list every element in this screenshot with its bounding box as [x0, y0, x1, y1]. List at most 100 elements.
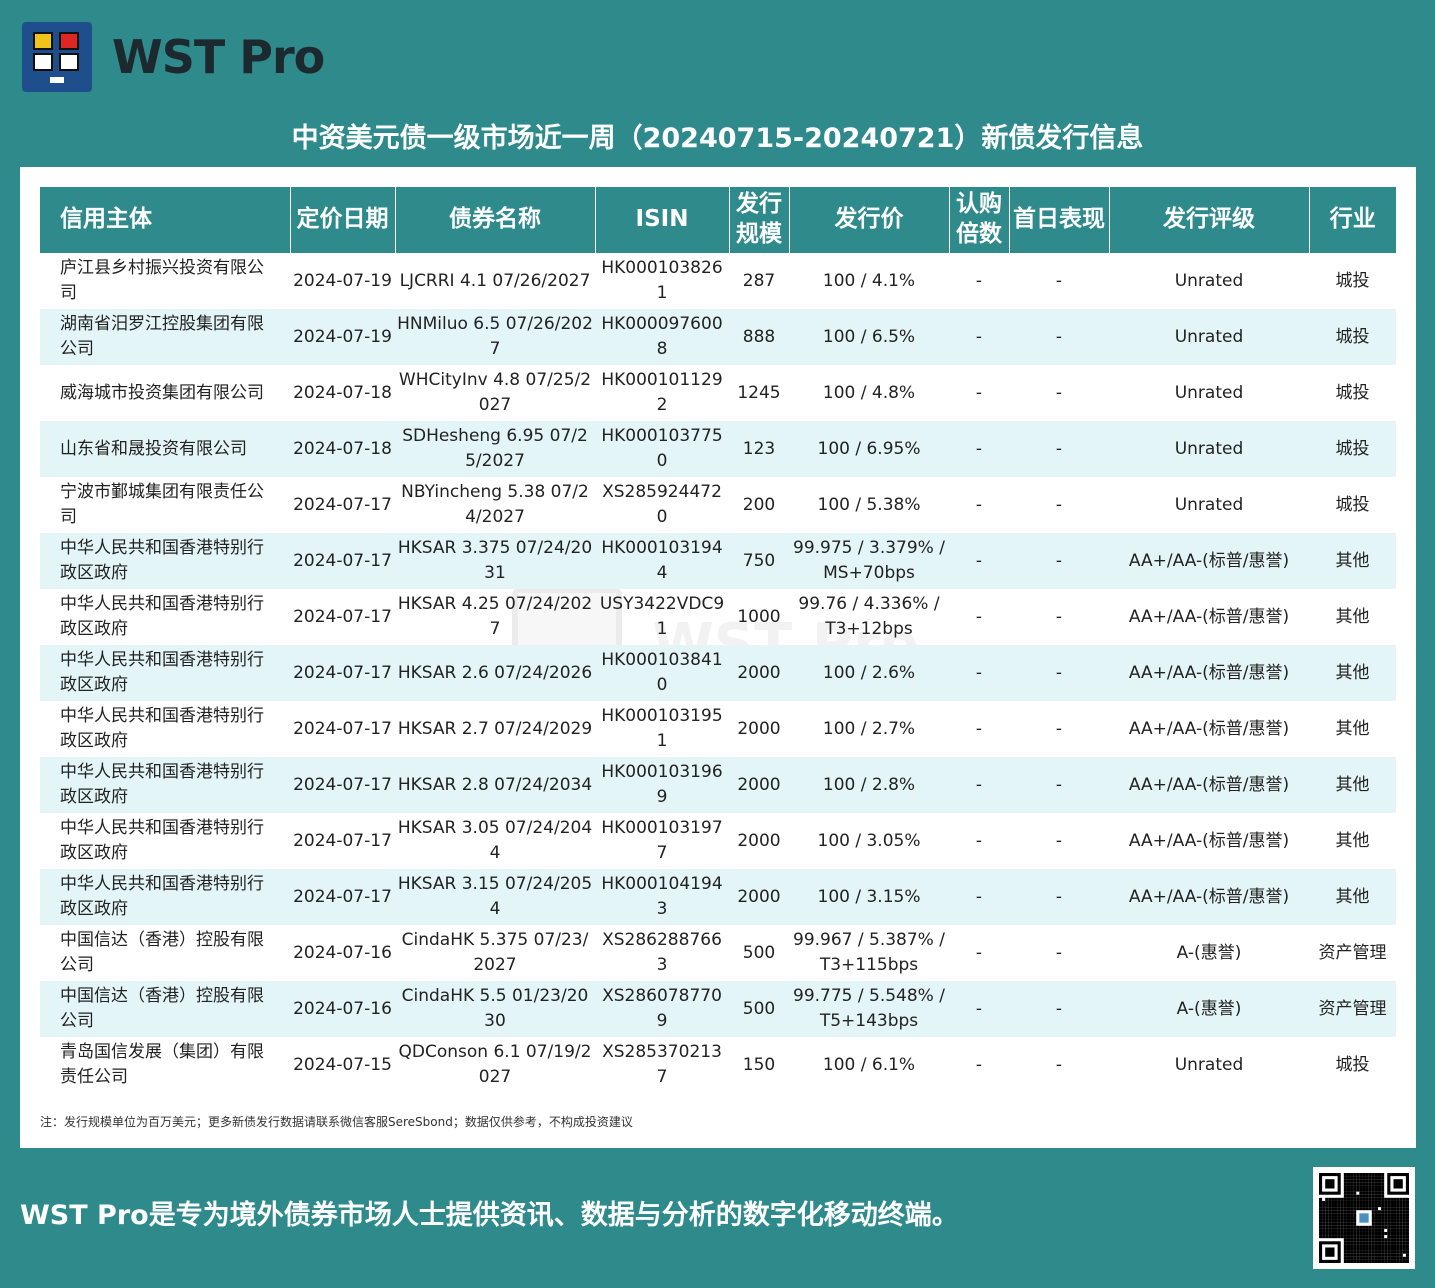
- cell-first-day-performance: -: [1009, 533, 1109, 589]
- cell-issue-price: 100 / 4.8%: [822, 382, 916, 403]
- cell-subscription-multiple: -: [975, 494, 983, 515]
- cell-issue-size: 2000: [729, 645, 789, 701]
- cell-subscription-multiple: -: [949, 645, 1009, 701]
- cell-issue-size: 123: [729, 421, 789, 477]
- cell-industry: 其他: [1335, 718, 1370, 739]
- cell-pricing-date: 2024-07-17: [290, 869, 395, 925]
- cell-bond-name: HKSAR 2.7 07/24/2029: [397, 718, 593, 739]
- cell-industry: 城投: [1335, 1054, 1370, 1075]
- cell-first-day-performance: -: [1009, 869, 1109, 925]
- cell-issue-rating: Unrated: [1174, 494, 1244, 515]
- table-header-row: 信用主体 定价日期 债券名称 ISIN 发行规模 发行价 认购倍数 首日表现 发行评级 行业: [40, 187, 1396, 253]
- cell-issue-size: 2000: [729, 757, 789, 813]
- cell-industry: 其他: [1335, 830, 1370, 851]
- cell-industry: 资产管理: [1318, 942, 1387, 963]
- cell-pricing-date: 2024-07-17: [293, 494, 392, 515]
- cell-subscription-multiple: -: [949, 309, 1009, 365]
- cell-issue-size: 2000: [737, 718, 781, 739]
- cell-pricing-date: 2024-07-19: [290, 309, 395, 365]
- cell-isin: HK0001031969: [595, 757, 729, 813]
- table-row: 中华人民共和国香港特别行政区政府 2024-07-17 HKSAR 3.15 07/…: [40, 869, 1396, 925]
- cell-pricing-date: 2024-07-18: [290, 421, 395, 477]
- cell-isin: HK0001037750: [595, 421, 729, 477]
- table-row: 青岛国信发展（集团）有限责任公司 2024-07-15 QDConson 6.1 0…: [40, 1037, 1396, 1093]
- cell-pricing-date: 2024-07-17: [290, 645, 395, 701]
- cell-issue-size: 2000: [737, 830, 781, 851]
- cell-isin: HK0001031951: [601, 706, 723, 751]
- cell-issue-rating: Unrated: [1109, 421, 1309, 477]
- cell-subscription-multiple: -: [975, 606, 983, 627]
- cell-pricing-date: 2024-07-16: [293, 942, 392, 963]
- cell-issue-size: 150: [742, 1054, 776, 1075]
- cell-first-day-performance: -: [1055, 494, 1063, 515]
- cell-isin: HK0001041943: [595, 869, 729, 925]
- cell-issuer: 中华人民共和国香港特别行政区政府: [40, 869, 290, 925]
- cell-first-day-performance: -: [1009, 645, 1109, 701]
- cell-issue-size: 200: [742, 494, 776, 515]
- cell-issue-size: 287: [742, 270, 776, 291]
- cell-subscription-multiple: -: [949, 869, 1009, 925]
- cell-isin: HK0001038261: [601, 258, 723, 303]
- cell-issue-size: 500: [729, 981, 789, 1037]
- cell-isin: XS2862887663: [602, 930, 722, 975]
- cell-issue-price: 100 / 3.05%: [817, 830, 921, 851]
- cell-bond-name: HNMiluo 6.5 07/26/2027: [395, 309, 595, 365]
- cell-pricing-date: 2024-07-18: [293, 382, 392, 403]
- cell-bond-name: HKSAR 3.375 07/24/2031: [395, 533, 595, 589]
- cell-issue-price: 100 / 2.6%: [789, 645, 949, 701]
- column-header-industry: 行业: [1308, 187, 1396, 253]
- cell-industry: 其他: [1309, 757, 1396, 813]
- cell-bond-name: LJCRRI 4.1 07/26/2027: [399, 270, 591, 291]
- cell-issue-rating: AA+/AA-(标普/惠誉): [1128, 606, 1290, 627]
- cell-pricing-date: 2024-07-17: [290, 533, 395, 589]
- table-row: 中华人民共和国香港特别行政区政府 2024-07-17 HKSAR 2.8 07/2…: [40, 757, 1396, 813]
- column-header-pricing-date: 定价日期: [289, 187, 395, 253]
- cell-first-day-performance: -: [1055, 382, 1063, 403]
- cell-issue-price: 100 / 2.8%: [789, 757, 949, 813]
- cell-pricing-date: 2024-07-15: [293, 1054, 392, 1075]
- cell-industry: 城投: [1309, 421, 1396, 477]
- cell-industry: 其他: [1309, 645, 1396, 701]
- cell-issue-price: 100 / 2.7%: [822, 718, 916, 739]
- cell-issuer: 青岛国信发展（集团）有限责任公司: [60, 1042, 264, 1087]
- column-header-issue-rating: 发行评级: [1108, 187, 1309, 253]
- cell-issuer: 宁波市鄞城集团有限责任公司: [60, 482, 264, 527]
- cell-first-day-performance: -: [1055, 270, 1063, 291]
- column-header-issuer: 信用主体: [40, 187, 290, 253]
- cell-subscription-multiple: -: [949, 981, 1009, 1037]
- page-title: 中资美元债一级市场近一周（20240715-20240721）新债发行信息: [291, 123, 1144, 154]
- cell-issuer: 中国信达（香港）控股有限公司: [60, 930, 264, 975]
- cell-subscription-multiple: -: [975, 718, 983, 739]
- cell-issuer: 中华人民共和国香港特别行政区政府: [40, 645, 290, 701]
- cell-issuer: 中国信达（香港）控股有限公司: [40, 981, 290, 1037]
- cell-bond-name: HKSAR 3.05 07/24/2044: [397, 818, 593, 863]
- cell-issuer: 湖南省汨罗江控股集团有限公司: [40, 309, 290, 365]
- cell-issue-rating: AA+/AA-(标普/惠誉): [1109, 645, 1309, 701]
- cell-industry: 城投: [1309, 309, 1396, 365]
- cell-issue-price: 100 / 6.95%: [789, 421, 949, 477]
- cell-issue-size: 1000: [737, 606, 781, 627]
- cell-issue-price: 100 / 6.1%: [822, 1054, 916, 1075]
- cell-first-day-performance: -: [1009, 421, 1109, 477]
- cell-industry: 城投: [1335, 382, 1370, 403]
- cell-issue-rating: AA+/AA-(标普/惠誉): [1109, 757, 1309, 813]
- cell-subscription-multiple: -: [975, 270, 983, 291]
- cell-pricing-date: 2024-07-17: [293, 830, 392, 851]
- cell-issue-rating: AA+/AA-(标普/惠誉): [1109, 533, 1309, 589]
- cell-issue-rating: Unrated: [1174, 382, 1244, 403]
- cell-issue-rating: Unrated: [1109, 309, 1309, 365]
- cell-bond-name: HKSAR 2.6 07/24/2026: [395, 645, 595, 701]
- cell-bond-name: HKSAR 2.8 07/24/2034: [395, 757, 595, 813]
- table-row: 山东省和晟投资有限公司 2024-07-18 SDHesheng 6.95 07/2…: [40, 421, 1396, 477]
- cell-issue-rating: Unrated: [1174, 1054, 1244, 1075]
- column-header-isin: ISIN: [594, 187, 729, 253]
- cell-isin: HK0001038410: [595, 645, 729, 701]
- cell-first-day-performance: -: [1009, 981, 1109, 1037]
- qr-code-icon[interactable]: [1313, 1167, 1415, 1269]
- cell-isin: HK0001011292: [601, 370, 723, 415]
- table-row: 庐江县乡村振兴投资有限公司 2024-07-19 LJCRRI 4.1 07/26/…: [40, 253, 1396, 309]
- wst-pro-logo-icon: [22, 22, 92, 92]
- cell-bond-name: QDConson 6.1 07/19/2027: [398, 1042, 592, 1087]
- cell-first-day-performance: -: [1055, 942, 1063, 963]
- cell-issue-size: 1245: [737, 382, 781, 403]
